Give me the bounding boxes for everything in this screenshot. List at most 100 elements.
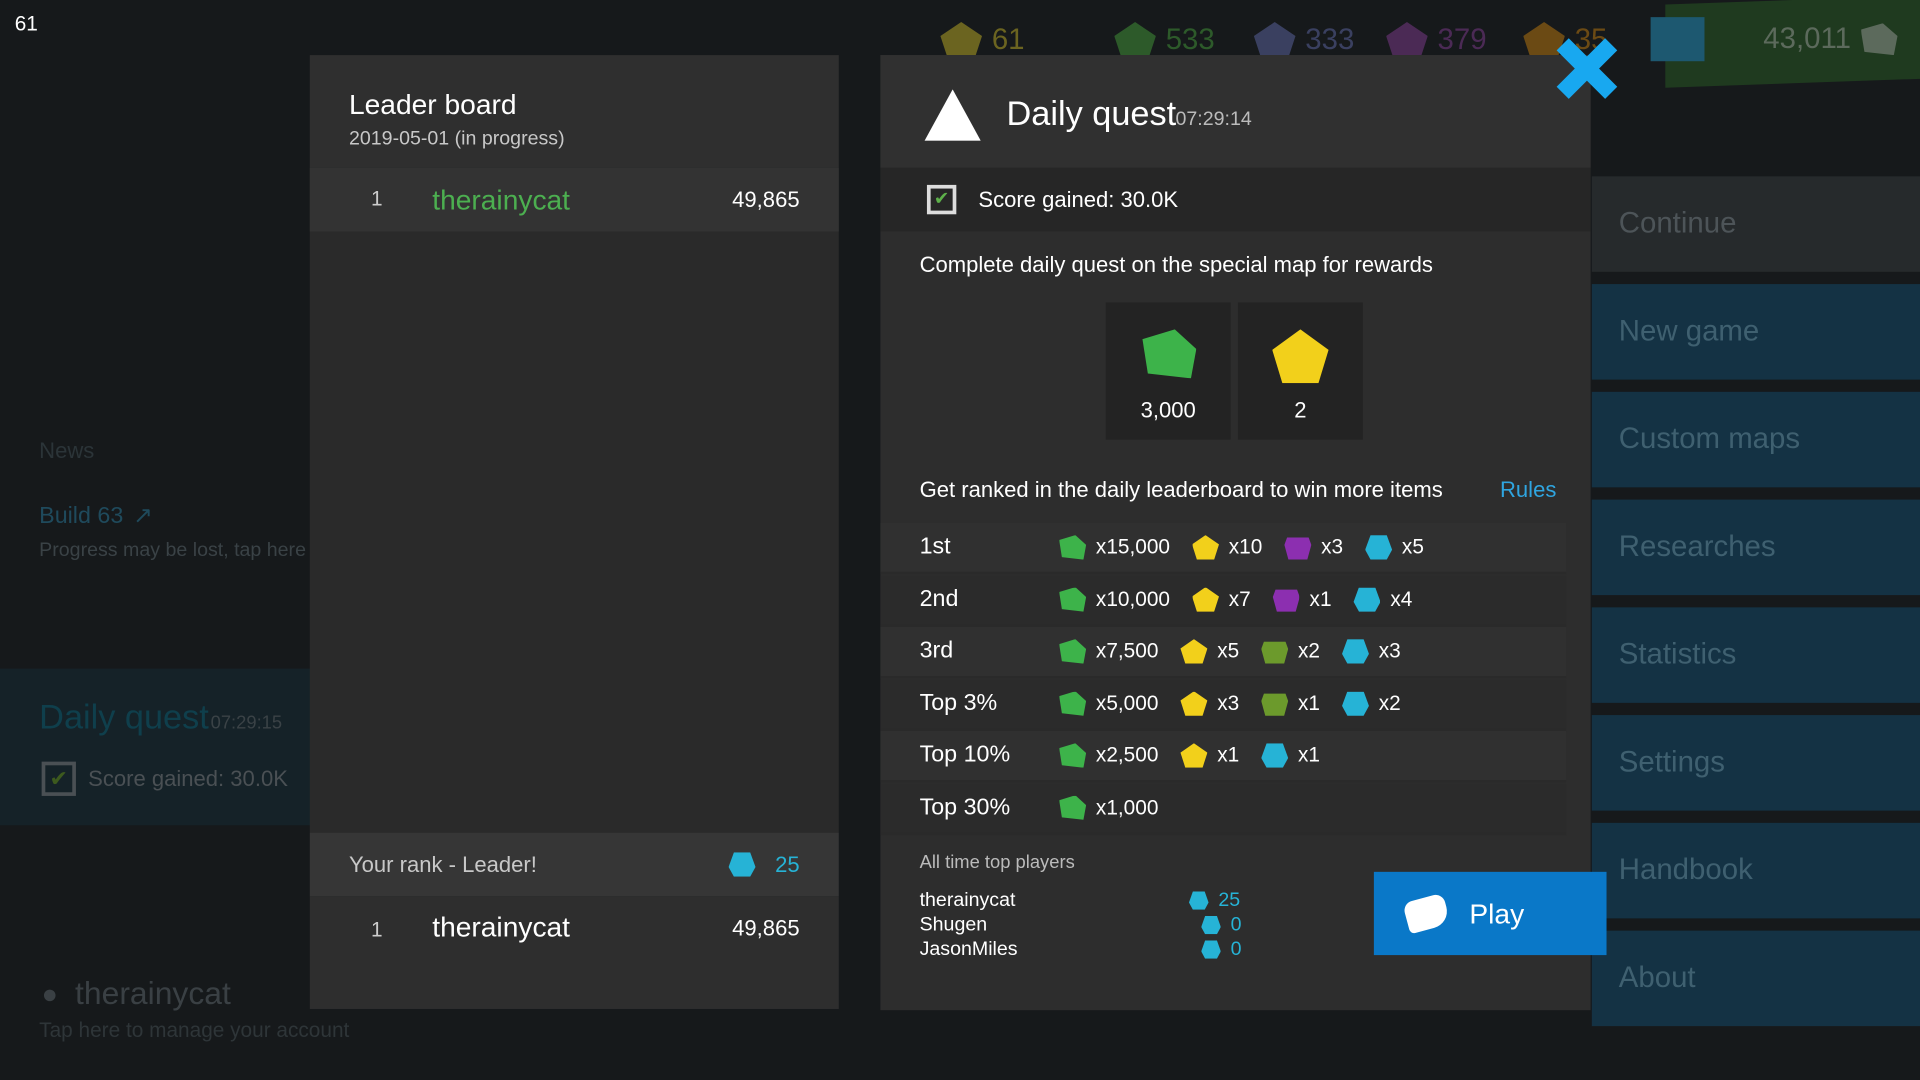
reward-item: x3 [1342,639,1401,664]
all-time-caps: 25 [1218,890,1241,912]
crystal-icon [1272,329,1329,384]
menu-item-settings[interactable]: Settings [1591,715,1920,811]
crystal-icon [1192,587,1219,612]
reward-item: x2,500 [1059,743,1159,768]
reward-item: x5 [1365,535,1424,560]
tier-label: Top 30% [919,794,1011,820]
reward-item: x2 [1342,691,1401,716]
cash-icon [1059,639,1087,664]
leaderboard-header: Leader board 2019-05-01 (in progress) [309,55,839,168]
leaderboard-subtitle: 2019-05-01 (in progress) [348,128,565,150]
menu-item-statistics[interactable]: Statistics [1591,607,1920,703]
reward-item: x10,000 [1059,587,1171,612]
cap-icon [1188,891,1209,910]
reward-qty: x1,000 [1095,795,1159,819]
clapper-icon[interactable] [1650,17,1705,62]
blue-icon [1253,22,1296,59]
cap-icon [1201,940,1221,959]
daily-quest-timer: 07:29:14 [1175,108,1252,130]
username: therainycat [75,974,231,1012]
reward-qty: x7 [1228,587,1251,611]
play-button[interactable]: Play [1373,871,1607,956]
tier-label: Top 3% [919,690,998,716]
menu-item-about[interactable]: About [1591,930,1920,1027]
fps-counter: 61 [14,12,38,36]
cash-icon [1059,535,1087,560]
green-icon [1114,22,1156,59]
reward-item: x5,000 [1059,691,1159,716]
reward-item: x4 [1353,587,1412,612]
purple-box-icon [1272,589,1300,612]
cash-icon [1059,587,1087,612]
crystal-icon [1180,691,1208,716]
cash-icon [1059,691,1087,716]
reward-tier-row: Top 10% x2,500 x1 x1 [880,731,1567,783]
menu-item-handbook[interactable]: Handbook [1591,822,1920,919]
reward-tier-row: Top 3% x5,000 x3 x1 x2 [880,678,1567,731]
reward-qty: x10,000 [1095,587,1171,611]
reward-qty: x2 [1297,639,1320,663]
leaderboard-list[interactable]: 1 therainycat 49,865 [309,167,839,833]
resource-value: 333 [1305,23,1355,57]
green-box-icon [1261,641,1289,664]
resource-value: 61 [991,23,1025,57]
resource-crystals: 61 [940,22,1025,59]
reward-item: x1 [1261,691,1320,716]
reward-crystal: 2 [1237,302,1363,440]
reward-item: x5 [1180,639,1240,664]
score-gained: Score gained: 30.0K [978,186,1179,212]
reward-qty: x3 [1321,535,1344,559]
menu-item-researches[interactable]: Researches [1591,499,1920,596]
resource-blue: 333 [1253,22,1355,59]
checkbox-icon: ✔ [926,184,957,215]
crystal-icon [1180,743,1208,768]
cap-icon [1342,639,1369,664]
cap-icon [1353,587,1381,612]
ranked-text: Get ranked in the daily leaderboard to w… [919,477,1443,503]
cap-icon [1261,743,1289,768]
your-rank-label: Your rank - Leader! [348,851,537,877]
reward-qty: x5,000 [1095,691,1159,715]
green-box-icon [1261,693,1289,716]
daily-quest-title: Daily quest [1006,94,1177,133]
news-link-label: Build 63 [39,502,124,529]
tier-label: Top 10% [919,742,1011,768]
reward-value: 2 [1294,397,1307,423]
daily-quest-card-bg[interactable] [0,668,312,826]
news-title: News [39,438,95,463]
player-score: 49,865 [732,915,800,941]
reward-qty: x5 [1401,535,1424,559]
reward-item: x1,000 [1059,795,1159,820]
reward-qty: x1 [1297,743,1320,767]
quest-description: Complete daily quest on the special map … [919,252,1433,277]
reward-qty: x2,500 [1095,743,1159,767]
menu-item-custom-maps[interactable]: Custom maps [1591,391,1920,488]
reward-tier-row: 3rd x7,500 x5 x2 x3 [880,626,1567,679]
reward-cash: 3,000 [1105,302,1231,440]
resource-green: 533 [1114,22,1215,59]
rules-link[interactable]: Rules [1500,478,1556,504]
reward-qty: x3 [1378,639,1401,663]
player-score: 49,865 [732,186,800,212]
close-icon[interactable] [1556,38,1618,99]
menu-item-new-game[interactable]: New game [1591,284,1920,380]
cash-icon [1860,23,1898,56]
news-link[interactable]: Build 63 ↗ [39,502,152,530]
reward-item: x1 [1272,587,1332,612]
leaderboard-row[interactable]: 1 therainycat 49,865 [309,167,839,232]
leaderboard-title: Leader board [348,88,517,121]
account-button[interactable]: ● therainycat [42,975,231,1013]
checkbox-icon: ✔ [41,761,76,796]
crystals-icon [940,22,983,59]
player-name: therainycat [432,183,571,215]
menu-item-continue[interactable]: Continue [1591,176,1920,272]
daily-quest-panel: Daily quest 07:29:14 ✔ Score gained: 30.… [880,55,1591,1011]
rank: 1 [371,918,383,942]
reward-qty: x5 [1217,639,1240,663]
cash-icon [1059,795,1087,820]
reward-qty: x2 [1378,691,1401,715]
reward-item: x10 [1192,535,1262,560]
crystal-icon [1180,639,1208,664]
reward-item: x2 [1261,639,1320,664]
your-rank-bar: Your rank - Leader! 25 [309,832,839,897]
